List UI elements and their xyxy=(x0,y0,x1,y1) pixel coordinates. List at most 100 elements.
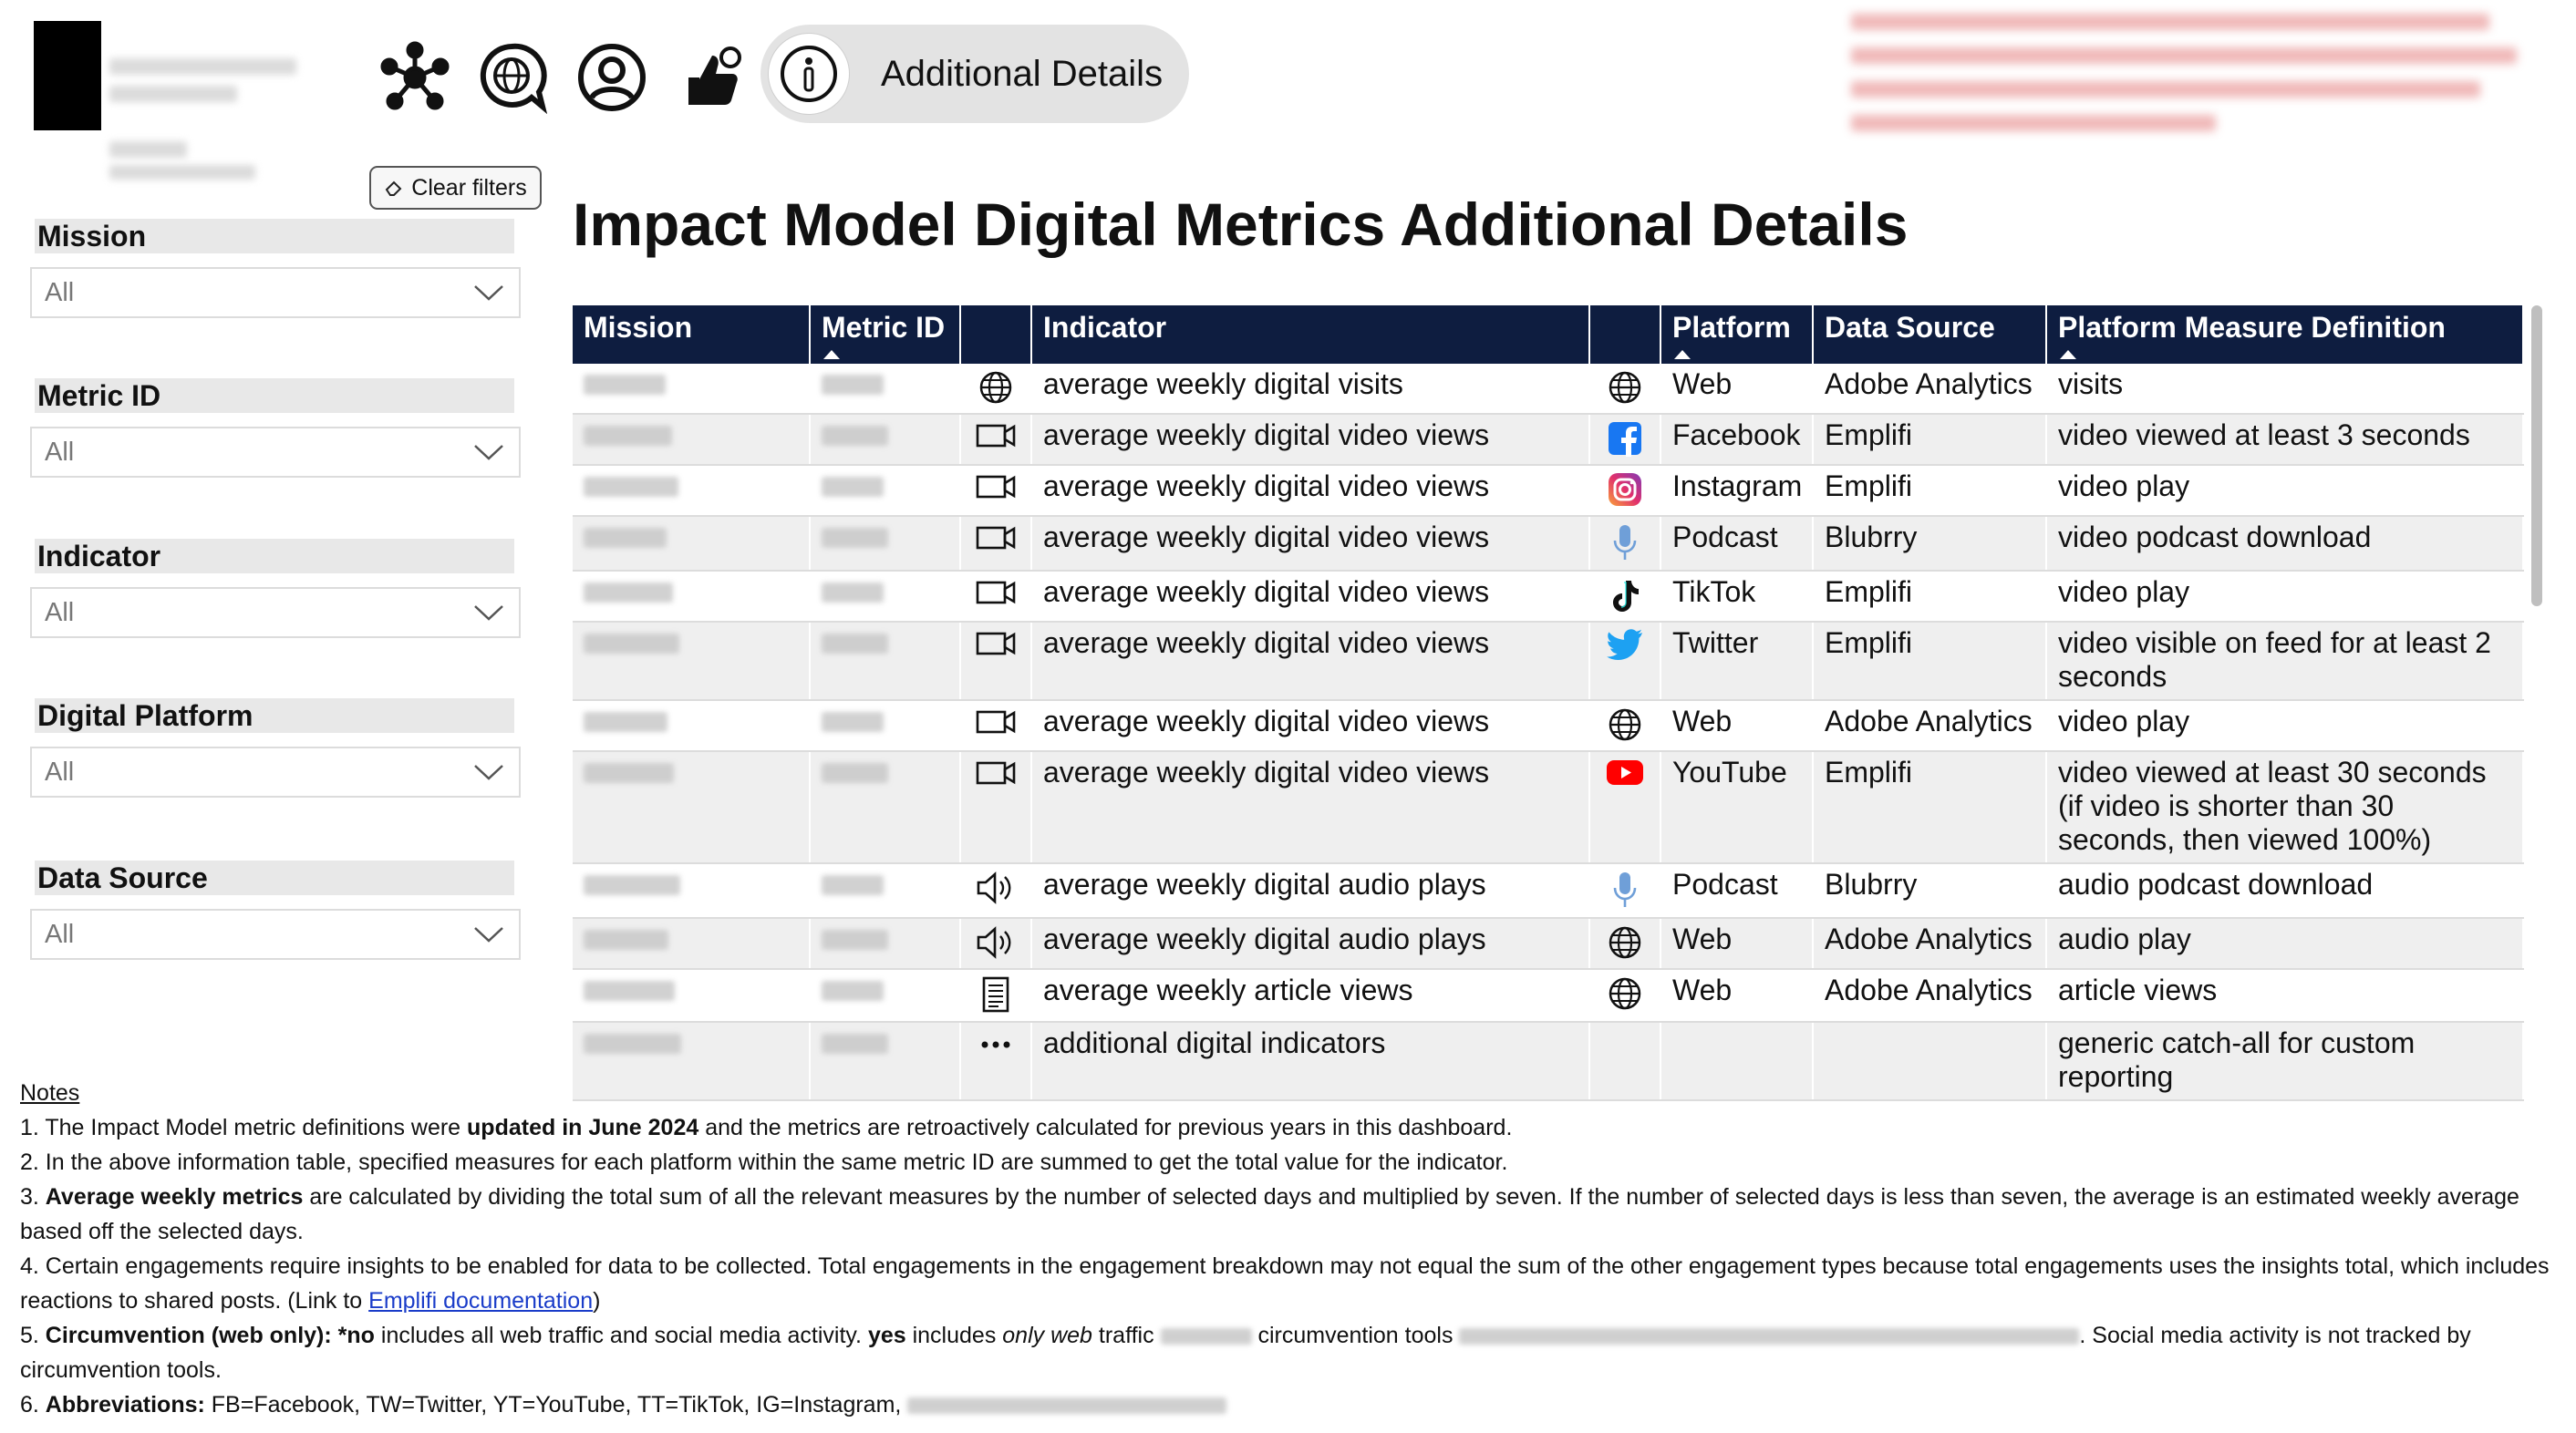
platform-icon-cell xyxy=(1589,863,1661,919)
indicator-icon-cell xyxy=(960,364,1032,415)
table-row[interactable]: average weekly digital video views YouTub… xyxy=(573,751,2524,864)
data-source-cell: Blubrry xyxy=(1813,516,2047,572)
table-row[interactable]: average weekly digital audio plays Podcas… xyxy=(573,863,2524,919)
column-header-definition[interactable]: Platform Measure Definition xyxy=(2046,305,2524,364)
article-icon xyxy=(980,976,1011,1020)
column-header-indicator[interactable]: Indicator xyxy=(1031,305,1590,364)
column-header-platform-icon xyxy=(1589,305,1661,364)
metric-id-cell xyxy=(810,516,961,572)
globe-chat-icon[interactable] xyxy=(471,36,553,119)
video-icon xyxy=(975,709,1017,742)
indicator-icon-cell xyxy=(960,571,1032,623)
mission-cell xyxy=(573,465,811,517)
user-icon[interactable] xyxy=(571,36,653,119)
definition-cell: audio podcast download xyxy=(2046,863,2524,919)
digital-platform-select[interactable]: All xyxy=(30,747,521,798)
tiktok-icon xyxy=(1609,581,1641,620)
platform-cell: Web xyxy=(1660,364,1814,415)
chevron-down-icon xyxy=(474,605,503,621)
table-row[interactable]: average weekly digital video views Twitte… xyxy=(573,622,2524,701)
data-source-cell: Adobe Analytics xyxy=(1813,969,2047,1023)
indicator-icon-cell xyxy=(960,863,1032,919)
metric-id-cell xyxy=(810,863,961,919)
redacted-value xyxy=(584,528,667,548)
mission-cell xyxy=(573,751,811,864)
info-icon xyxy=(768,33,850,115)
column-header-data-source[interactable]: Data Source xyxy=(1813,305,2047,364)
table-row[interactable]: average weekly article views Web Adobe Ana… xyxy=(573,969,2524,1023)
microphone-icon xyxy=(1609,525,1641,569)
table-row[interactable]: average weekly digital audio plays Web Ado… xyxy=(573,918,2524,970)
indicator-icon-cell xyxy=(960,465,1032,517)
filter-label-data-source: Data Source xyxy=(35,861,514,895)
column-header-mission[interactable]: Mission xyxy=(573,305,811,364)
platform-icon-cell xyxy=(1589,414,1661,466)
metric-id-cell xyxy=(810,571,961,623)
platform-cell: Facebook xyxy=(1660,414,1814,466)
network-icon[interactable] xyxy=(374,36,456,119)
table-row[interactable]: average weekly digital video views Facebo… xyxy=(573,414,2524,466)
table-row[interactable]: average weekly digital video views TikTok… xyxy=(573,571,2524,623)
note-6: 6. Abbreviations: FB=Facebook, TW=Twitte… xyxy=(20,1387,2560,1422)
platform-icon-cell xyxy=(1589,465,1661,517)
indicator-cell: average weekly digital video views xyxy=(1031,571,1590,623)
notes-section: Notes 1. The Impact Model metric definit… xyxy=(20,1076,2560,1422)
platform-cell: Instagram xyxy=(1660,465,1814,517)
data-source-select[interactable]: All xyxy=(30,909,521,960)
data-source-cell: Emplifi xyxy=(1813,465,2047,517)
video-icon xyxy=(975,580,1017,613)
metric-id-cell xyxy=(810,414,961,466)
table-row[interactable]: average weekly digital visits Web Adobe An… xyxy=(573,364,2524,415)
redacted-value xyxy=(822,634,888,654)
indicator-cell: average weekly digital audio plays xyxy=(1031,863,1590,919)
redacted-value xyxy=(822,930,888,950)
mission-cell xyxy=(573,364,811,415)
note-5: 5. Circumvention (web only): *no include… xyxy=(20,1323,2471,1383)
facebook-icon xyxy=(1607,422,1643,463)
definition-cell: video play xyxy=(2046,465,2524,517)
sort-asc-icon xyxy=(1674,350,1691,359)
data-source-cell: Blubrry xyxy=(1813,863,2047,919)
platform-icon-cell xyxy=(1589,969,1661,1023)
filter-label-mission: Mission xyxy=(35,219,514,253)
platform-cell: Twitter xyxy=(1660,622,1814,701)
definition-cell: video viewed at least 30 seconds (if vid… xyxy=(2046,751,2524,864)
emplifi-documentation-link[interactable]: Emplifi documentation xyxy=(368,1288,593,1314)
platform-icon-cell xyxy=(1589,364,1661,415)
redacted-value xyxy=(822,375,884,395)
platform-icon-cell xyxy=(1589,516,1661,572)
column-header-metric-id[interactable]: Metric ID xyxy=(810,305,961,364)
platform-icon-cell xyxy=(1589,918,1661,970)
platform-icon-cell xyxy=(1589,751,1661,864)
chevron-down-icon xyxy=(474,285,503,301)
metric-id-select[interactable]: All xyxy=(30,427,521,478)
column-header-platform[interactable]: Platform xyxy=(1660,305,1814,364)
logo xyxy=(34,21,101,130)
note-1: 1. The Impact Model metric definitions w… xyxy=(20,1115,1513,1140)
redacted-value xyxy=(822,981,884,1001)
data-notice-redacted xyxy=(1851,14,2544,141)
table-row[interactable]: average weekly digital video views Instag… xyxy=(573,465,2524,517)
indicator-cell: average weekly digital video views xyxy=(1031,751,1590,864)
table-scrollbar[interactable] xyxy=(2531,305,2542,606)
indicator-cell: average weekly digital video views xyxy=(1031,465,1590,517)
metric-id-cell xyxy=(810,465,961,517)
redacted-value xyxy=(822,1034,888,1054)
mission-cell xyxy=(573,918,811,970)
video-icon xyxy=(975,423,1017,456)
mission-select[interactable]: All xyxy=(30,267,521,318)
thumbs-up-icon[interactable] xyxy=(671,36,753,119)
indicator-select[interactable]: All xyxy=(30,587,521,638)
tab-additional-details[interactable]: Additional Details xyxy=(760,25,1189,123)
clear-filters-button[interactable]: Clear filters xyxy=(369,166,542,210)
chevron-down-icon xyxy=(474,765,503,780)
instagram-icon xyxy=(1607,473,1643,514)
metric-id-cell xyxy=(810,751,961,864)
tab-label: Additional Details xyxy=(881,53,1164,94)
table-row[interactable]: average weekly digital video views Web Ado… xyxy=(573,700,2524,752)
redacted-value xyxy=(584,930,668,950)
indicator-icon-cell xyxy=(960,622,1032,701)
mission-cell xyxy=(573,863,811,919)
table-row[interactable]: average weekly digital video views Podcas… xyxy=(573,516,2524,572)
metrics-table: Mission Metric ID Indicator Platform Dat… xyxy=(573,305,2524,1101)
